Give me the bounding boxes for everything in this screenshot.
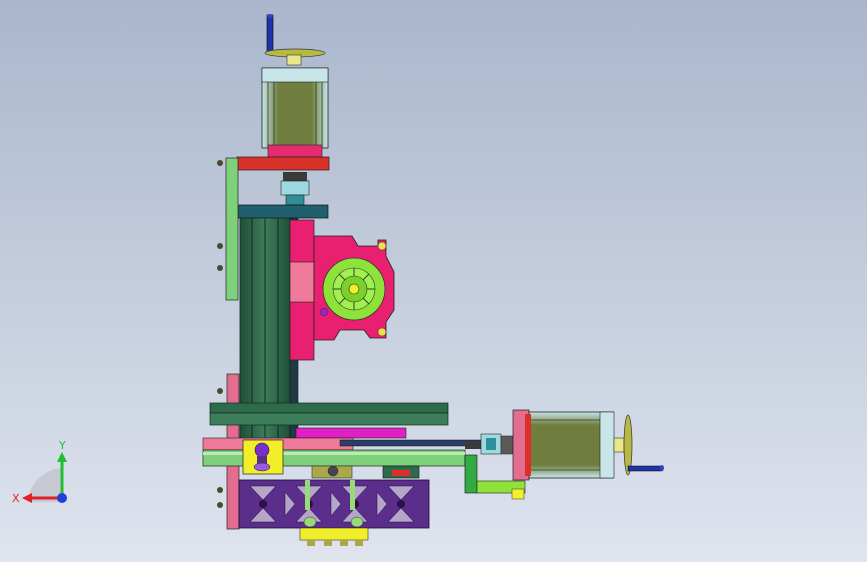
x-axis-arrowhead	[22, 493, 32, 503]
base-feet	[299, 527, 369, 546]
top-bearing-plate	[237, 204, 329, 219]
cad-viewport[interactable]: Y X	[0, 0, 867, 562]
aluminum-extrusion-base	[238, 479, 430, 529]
motor-mount-plate	[236, 156, 330, 171]
y-axis-arrowhead	[57, 452, 67, 462]
right-bracket-vertical	[464, 454, 478, 494]
right-bracket-nut	[511, 488, 525, 500]
top-stepper-motor	[261, 67, 329, 158]
limit-switch-block	[242, 439, 284, 475]
rail-carriage-parts	[311, 465, 420, 479]
x-axis-label: X	[12, 492, 20, 505]
spindle-motor	[322, 257, 386, 321]
shaft-coupling	[280, 172, 310, 206]
right-handwheel	[613, 414, 664, 476]
orientation-triad[interactable]: Y X	[10, 438, 80, 513]
z-axis-dot	[57, 493, 67, 503]
right-stepper-motor	[512, 409, 615, 481]
top-handwheel	[264, 14, 326, 66]
y-axis-label: Y	[58, 439, 66, 452]
cad-model-drawing[interactable]	[0, 0, 867, 562]
right-shaft-coupling	[465, 433, 514, 455]
column-side-plate	[225, 157, 239, 301]
